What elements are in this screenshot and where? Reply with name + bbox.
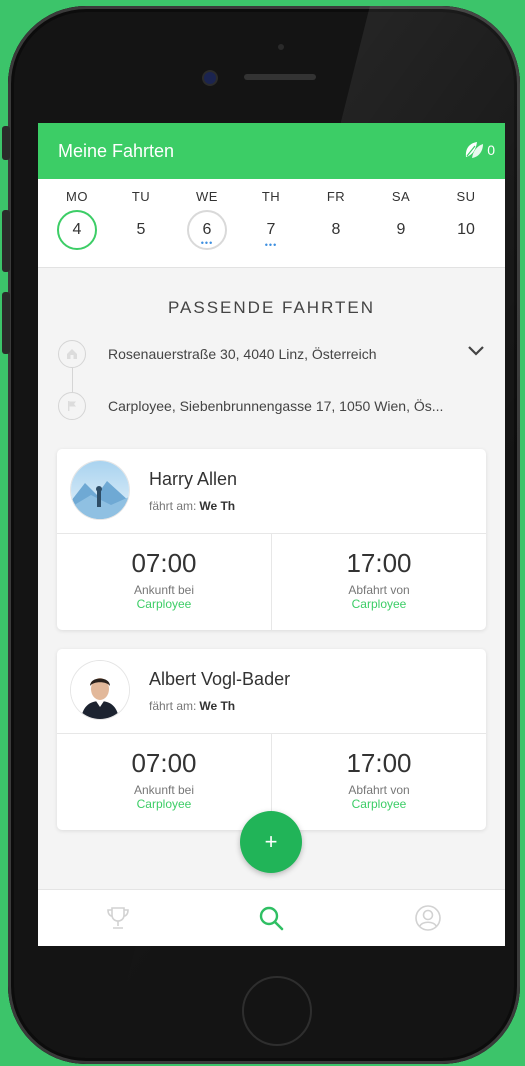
chevron-down-icon[interactable] xyxy=(467,344,485,362)
ride-days: fährt am: We Th xyxy=(149,699,236,713)
app-header: Meine Fahrten 0 xyxy=(38,123,505,179)
day-tuesday[interactable]: TU 5 xyxy=(116,179,166,250)
tab-bar xyxy=(38,889,505,946)
arrival-time: 07:00 xyxy=(131,748,197,778)
search-icon xyxy=(259,906,284,931)
arrival-place: Carployee xyxy=(136,597,192,611)
home-icon xyxy=(58,340,86,368)
proximity-sensor xyxy=(278,44,284,50)
day-monday[interactable]: MO 4 xyxy=(52,179,102,250)
day-number: 8 xyxy=(331,221,341,238)
flag-icon xyxy=(58,392,86,420)
day-thursday[interactable]: TH 7 ••• xyxy=(246,179,296,250)
week-calendar: MO 4 TU 5 WE 6 ••• TH 7 ••• FR 8 SA 9 SU 1… xyxy=(38,179,505,268)
tab-search[interactable] xyxy=(251,902,291,934)
day-number-selected: 6 ••• xyxy=(187,210,227,250)
ride-card-header: Harry Allen fährt am: We Th xyxy=(57,449,486,534)
day-saturday[interactable]: SA 9 xyxy=(376,179,426,250)
arrival-slot: 07:00 Ankunft bei Carployee xyxy=(57,734,271,830)
day-number: 5 xyxy=(136,221,146,238)
ride-days: fährt am: We Th xyxy=(149,499,236,513)
day-number-today: 4 xyxy=(57,210,97,250)
ride-indicator-dots: ••• xyxy=(264,240,278,250)
day-number: 9 xyxy=(396,221,406,238)
eco-points-count: 0 xyxy=(487,142,495,158)
avatar xyxy=(71,661,129,719)
tab-achievements[interactable] xyxy=(98,902,138,934)
arrival-time: 07:00 xyxy=(131,548,197,578)
route-summary[interactable]: Rosenauerstraße 30, 4040 Linz, Österreic… xyxy=(38,318,505,428)
section-title: PASSENDE FAHRTEN xyxy=(167,298,376,317)
day-friday[interactable]: FR 8 xyxy=(311,179,361,250)
day-of-week: FR xyxy=(326,189,346,204)
departure-label: Abfahrt von xyxy=(348,783,410,797)
driver-name: Albert Vogl-Bader xyxy=(149,669,291,689)
home-button[interactable] xyxy=(242,976,312,1046)
mute-switch xyxy=(2,126,10,160)
ride-card[interactable]: Harry Allen fährt am: We Th 07:00 Ankunft… xyxy=(57,449,486,630)
day-of-week: TU xyxy=(131,189,151,204)
departure-place: Carployee xyxy=(351,797,407,811)
add-ride-button[interactable]: + xyxy=(240,811,302,873)
day-of-week: TH xyxy=(261,189,281,204)
avatar xyxy=(71,461,129,519)
departure-time: 17:00 xyxy=(346,548,412,578)
app-screen: Meine Fahrten 0 MO 4 TU 5 WE 6 ••• TH 7 ••… xyxy=(38,123,505,946)
route-origin: Rosenauerstraße 30, 4040 Linz, Österreic… xyxy=(108,346,377,362)
day-of-week: WE xyxy=(196,189,218,204)
route-destination: Carployee, Siebenbrunnengasse 17, 1050 W… xyxy=(108,398,444,414)
day-sunday[interactable]: SU 10 xyxy=(441,179,491,250)
volume-up-button xyxy=(2,210,10,272)
ride-card[interactable]: Albert Vogl-Bader fährt am: We Th 07:00 A… xyxy=(57,649,486,830)
arrival-label: Ankunft bei xyxy=(133,583,195,597)
day-wednesday[interactable]: WE 6 ••• xyxy=(182,179,232,250)
arrival-label: Ankunft bei xyxy=(133,783,195,797)
eco-points[interactable]: 0 xyxy=(463,139,495,161)
page-title: Meine Fahrten xyxy=(58,141,175,161)
departure-place: Carployee xyxy=(351,597,407,611)
ride-times: 07:00 Ankunft bei Carployee 17:00 Abfahr… xyxy=(57,534,486,630)
tab-profile[interactable] xyxy=(408,902,448,934)
trophy-icon xyxy=(107,907,129,929)
ride-card-header: Albert Vogl-Bader fährt am: We Th xyxy=(57,649,486,734)
day-of-week: SU xyxy=(456,189,476,204)
departure-time: 17:00 xyxy=(346,748,412,778)
driver-name: Harry Allen xyxy=(149,469,238,489)
departure-label: Abfahrt von xyxy=(348,583,410,597)
departure-slot: 17:00 Abfahrt von Carployee xyxy=(271,534,486,630)
departure-slot: 17:00 Abfahrt von Carployee xyxy=(271,734,486,830)
leaf-icon xyxy=(466,142,484,158)
arrival-place: Carployee xyxy=(136,797,192,811)
day-of-week: MO xyxy=(66,189,88,204)
day-of-week: SA xyxy=(391,189,411,204)
ride-indicator-dots: ••• xyxy=(200,238,214,248)
day-number: 10 xyxy=(457,221,475,238)
volume-down-button xyxy=(2,292,10,354)
profile-icon xyxy=(415,905,441,931)
earpiece-speaker xyxy=(244,74,316,80)
day-number: 7 ••• xyxy=(251,210,291,250)
arrival-slot: 07:00 Ankunft bei Carployee xyxy=(57,534,271,630)
front-camera xyxy=(204,72,216,84)
